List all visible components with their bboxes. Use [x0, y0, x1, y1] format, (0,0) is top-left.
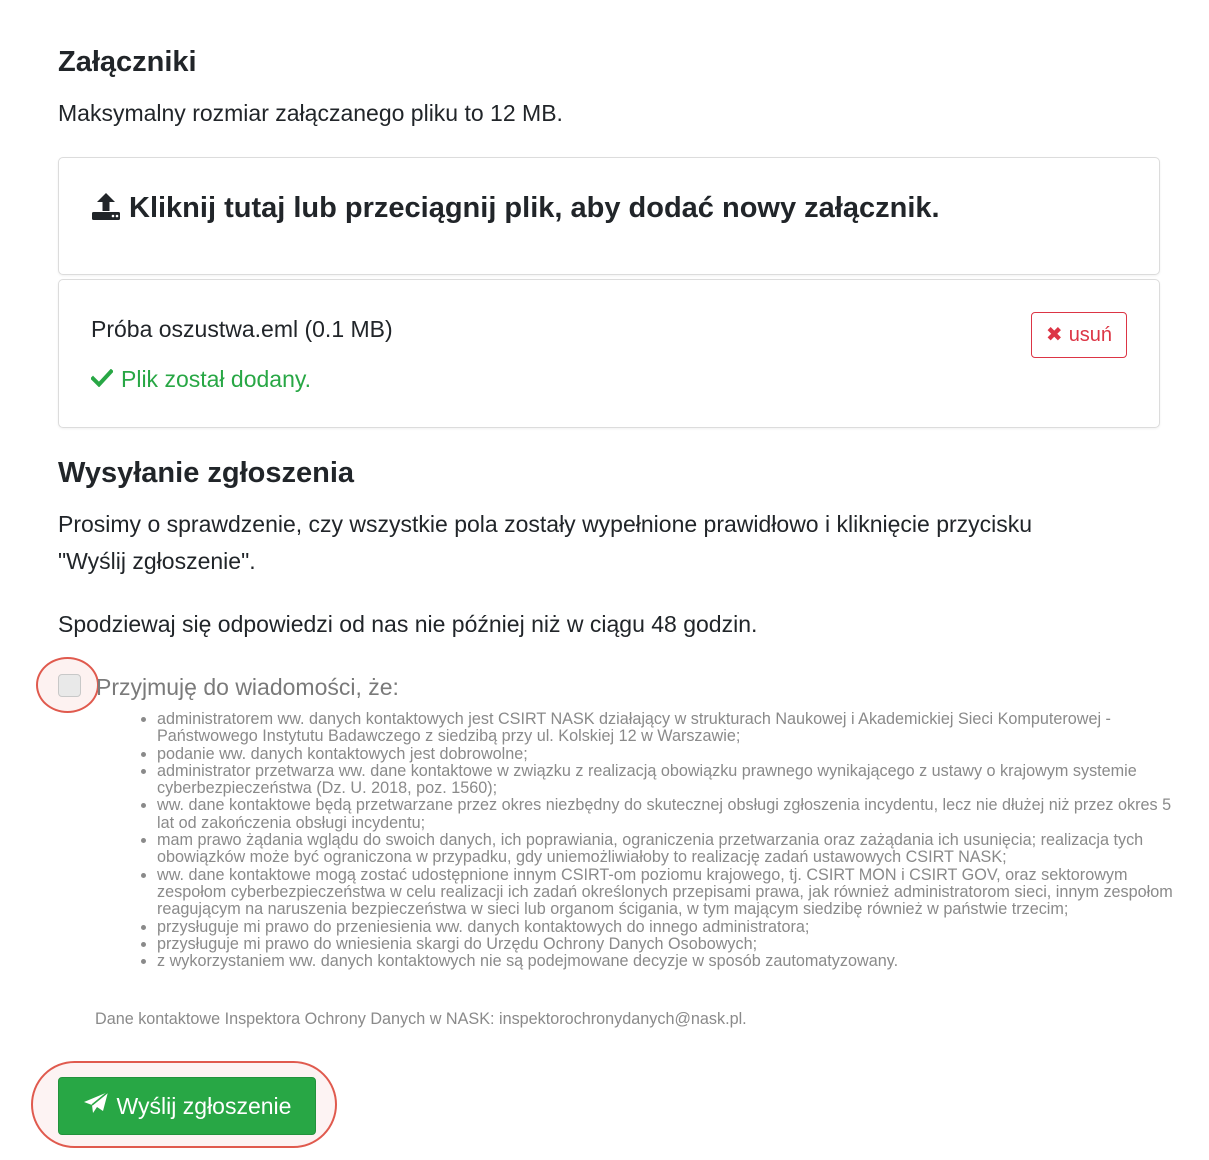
list-item: administratorem ww. danych kontaktowych … [157, 710, 1182, 746]
list-item: ww. dane kontaktowe mogą zostać udostępn… [157, 866, 1182, 919]
check-icon [90, 366, 114, 393]
attachment-dropzone[interactable]: Kliknij tutaj lub przeciągnij plik, aby … [58, 157, 1160, 275]
submission-instruction-line2: "Wyślij zgłoszenie". [58, 548, 256, 574]
iod-contact: Dane kontaktowe Inspektora Ochrony Danyc… [95, 1010, 747, 1028]
max-size-note: Maksymalny rozmiar załączanego pliku to … [58, 100, 563, 126]
list-item: przysługuje mi prawo do wniesienia skarg… [157, 935, 1182, 953]
attached-file-name: Próba oszustwa.eml (0.1 MB) [91, 316, 393, 342]
submit-button-label: Wyślij zgłoszenie [116, 1092, 292, 1119]
list-item: przysługuje mi prawo do przeniesienia ww… [157, 918, 1182, 936]
remove-file-button[interactable]: ✖ usuń [1031, 312, 1127, 358]
submission-heading: Wysyłanie zgłoszenia [58, 457, 355, 489]
consent-checkbox[interactable] [58, 674, 81, 697]
privacy-terms-list: administratorem ww. danych kontaktowych … [137, 710, 1182, 970]
response-time-note: Spodziewaj się odpowiedzi od nas nie póź… [58, 611, 758, 637]
file-status-text: Plik został dodany. [121, 366, 312, 392]
file-status: Plik został dodany. [90, 366, 312, 393]
close-icon: ✖ [1045, 324, 1063, 346]
list-item: podanie ww. danych kontaktowych jest dob… [157, 745, 1182, 763]
paper-plane-icon [83, 1091, 109, 1121]
submit-button[interactable]: Wyślij zgłoszenie [58, 1077, 316, 1135]
submission-instruction-line1: Prosimy o sprawdzenie, czy wszystkie pol… [58, 511, 1033, 537]
list-item: administrator przetwarza ww. dane kontak… [157, 762, 1182, 798]
list-item: mam prawo żądania wglądu do swoich danyc… [157, 832, 1182, 867]
attachments-heading: Załączniki [58, 46, 197, 78]
dropzone-label: Kliknij tutaj lub przeciągnij plik, aby … [129, 192, 940, 224]
list-item: ww. dane kontaktowe będą przetwarzane pr… [157, 797, 1182, 832]
attached-file-card: Próba oszustwa.eml (0.1 MB) Plik został … [58, 279, 1160, 428]
list-item: z wykorzystaniem ww. danych kontaktowych… [157, 952, 1182, 970]
consent-label: Przyjmuję do wiadomości, że: [96, 674, 399, 700]
upload-icon [91, 192, 121, 225]
remove-file-label: usuń [1068, 323, 1113, 346]
